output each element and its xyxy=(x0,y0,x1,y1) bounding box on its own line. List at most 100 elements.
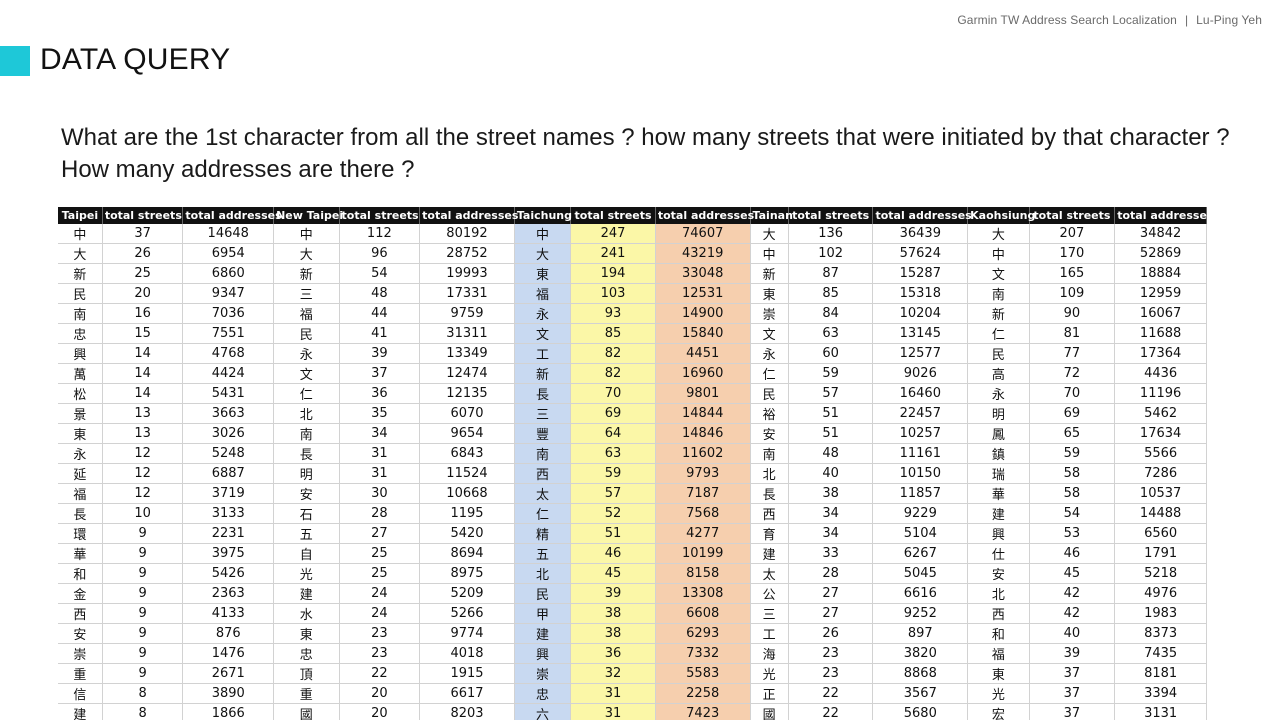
character-cell: 東 xyxy=(514,263,572,284)
streets-cell: 109 xyxy=(1029,283,1116,304)
table-row: 萬 14 4424 文 37 12474 新 82 16960 仁 59 9026 高 72 4436 xyxy=(58,363,1207,384)
table-header-row: Taipei total streets total addresses New Ta… xyxy=(58,207,1208,224)
streets-cell: 20 xyxy=(339,703,421,720)
table-row: 新 25 6860 新 54 19993 東 194 33048 新 87 15287 文 165 1888… xyxy=(58,263,1207,284)
character-cell: 大 xyxy=(273,243,340,264)
table-row: 民 20 9347 三 48 17331 福 103 12531 東 85 15318 南 109 1295… xyxy=(58,283,1207,304)
addresses-cell: 10668 xyxy=(419,483,515,504)
table-row: 和 9 5426 光 25 8975 北 45 8158 太 28 5045 安 45 5218 xyxy=(58,563,1207,584)
addresses-cell: 11524 xyxy=(419,463,515,484)
character-cell: 文 xyxy=(273,363,340,384)
streets-cell: 59 xyxy=(788,363,874,384)
addresses-cell: 5583 xyxy=(655,663,751,684)
addresses-cell: 5420 xyxy=(419,523,515,544)
addresses-cell: 74607 xyxy=(655,224,751,244)
character-cell: 太 xyxy=(514,483,572,504)
addresses-cell: 36439 xyxy=(872,224,969,244)
addresses-cell: 5680 xyxy=(872,703,969,720)
streets-cell: 112 xyxy=(339,224,421,244)
character-cell: 正 xyxy=(750,683,789,704)
addresses-cell: 11602 xyxy=(655,443,751,464)
addresses-cell: 8158 xyxy=(655,563,751,584)
addresses-cell: 80192 xyxy=(419,224,515,244)
streets-cell: 48 xyxy=(339,283,421,304)
column-header: total addresses xyxy=(419,207,518,224)
addresses-cell: 9347 xyxy=(182,283,275,304)
character-cell: 大 xyxy=(58,243,103,264)
streets-cell: 58 xyxy=(1029,463,1116,484)
addresses-cell: 16067 xyxy=(1114,303,1207,324)
character-cell: 新 xyxy=(273,263,340,284)
table-row: 松 14 5431 仁 36 12135 長 70 9801 民 57 16460 永 70 11196 xyxy=(58,383,1207,404)
character-cell: 崇 xyxy=(58,643,103,664)
character-cell: 國 xyxy=(273,703,340,720)
addresses-cell: 10204 xyxy=(872,303,969,324)
data-table-container: Taipei total streets total addresses New Ta… xyxy=(58,207,1208,720)
data-table: Taipei total streets total addresses New Ta… xyxy=(58,207,1208,720)
character-cell: 三 xyxy=(750,603,789,624)
streets-cell: 14 xyxy=(102,343,184,364)
character-cell: 信 xyxy=(58,683,103,704)
addresses-cell: 6608 xyxy=(655,603,751,624)
table-row: 長 10 3133 石 28 1195 仁 52 7568 西 34 9229 建 54 14488 xyxy=(58,503,1207,524)
character-cell: 五 xyxy=(514,543,572,564)
character-cell: 景 xyxy=(58,403,103,424)
character-cell: 西 xyxy=(750,503,789,524)
streets-cell: 9 xyxy=(102,663,184,684)
character-cell: 仕 xyxy=(967,543,1030,564)
table-row: 建 8 1866 國 20 8203 六 31 7423 國 22 5680 宏 37 3131 xyxy=(58,703,1207,720)
character-cell: 民 xyxy=(58,283,103,304)
streets-cell: 31 xyxy=(339,443,421,464)
streets-cell: 31 xyxy=(570,703,656,720)
addresses-cell: 7435 xyxy=(1114,643,1207,664)
addresses-cell: 12959 xyxy=(1114,283,1207,304)
character-cell: 水 xyxy=(273,603,340,624)
character-cell: 大 xyxy=(514,243,572,264)
streets-cell: 25 xyxy=(102,263,184,284)
streets-cell: 9 xyxy=(102,603,184,624)
streets-cell: 36 xyxy=(570,643,656,664)
column-header: total streets xyxy=(339,207,421,224)
character-cell: 中 xyxy=(967,243,1030,264)
streets-cell: 33 xyxy=(788,543,874,564)
streets-cell: 9 xyxy=(102,563,184,584)
character-cell: 安 xyxy=(750,423,789,444)
character-cell: 新 xyxy=(58,263,103,284)
addresses-cell: 14844 xyxy=(655,403,751,424)
addresses-cell: 3133 xyxy=(182,503,275,524)
character-cell: 石 xyxy=(273,503,340,524)
character-cell: 文 xyxy=(514,323,572,344)
streets-cell: 32 xyxy=(570,663,656,684)
addresses-cell: 8373 xyxy=(1114,623,1207,644)
addresses-cell: 8975 xyxy=(419,563,515,584)
addresses-cell: 3820 xyxy=(872,643,969,664)
character-cell: 建 xyxy=(750,543,789,564)
addresses-cell: 16960 xyxy=(655,363,751,384)
character-cell: 三 xyxy=(273,283,340,304)
addresses-cell: 17331 xyxy=(419,283,515,304)
character-cell: 甲 xyxy=(514,603,572,624)
table-row: 環 9 2231 五 27 5420 精 51 4277 育 34 5104 興 53 6560 xyxy=(58,523,1207,544)
streets-cell: 25 xyxy=(339,543,421,564)
character-cell: 民 xyxy=(967,343,1030,364)
table-row: 中 37 14648 中 112 80192 中 247 74607 大 136 36439 大 207 3… xyxy=(58,224,1207,244)
addresses-cell: 9026 xyxy=(872,363,969,384)
addresses-cell: 876 xyxy=(182,623,275,644)
addresses-cell: 12474 xyxy=(419,363,515,384)
streets-cell: 22 xyxy=(788,703,874,720)
addresses-cell: 4424 xyxy=(182,363,275,384)
addresses-cell: 6267 xyxy=(872,543,969,564)
character-cell: 仁 xyxy=(750,363,789,384)
addresses-cell: 34842 xyxy=(1114,224,1207,244)
character-cell: 長 xyxy=(58,503,103,524)
streets-cell: 12 xyxy=(102,443,184,464)
character-cell: 自 xyxy=(273,543,340,564)
character-cell: 萬 xyxy=(58,363,103,384)
addresses-cell: 19993 xyxy=(419,263,515,284)
column-header: total addresses xyxy=(872,207,972,224)
addresses-cell: 7286 xyxy=(1114,463,1207,484)
addresses-cell: 7187 xyxy=(655,483,751,504)
character-cell: 南 xyxy=(273,423,340,444)
header-separator: | xyxy=(1184,13,1189,27)
streets-cell: 23 xyxy=(788,663,874,684)
